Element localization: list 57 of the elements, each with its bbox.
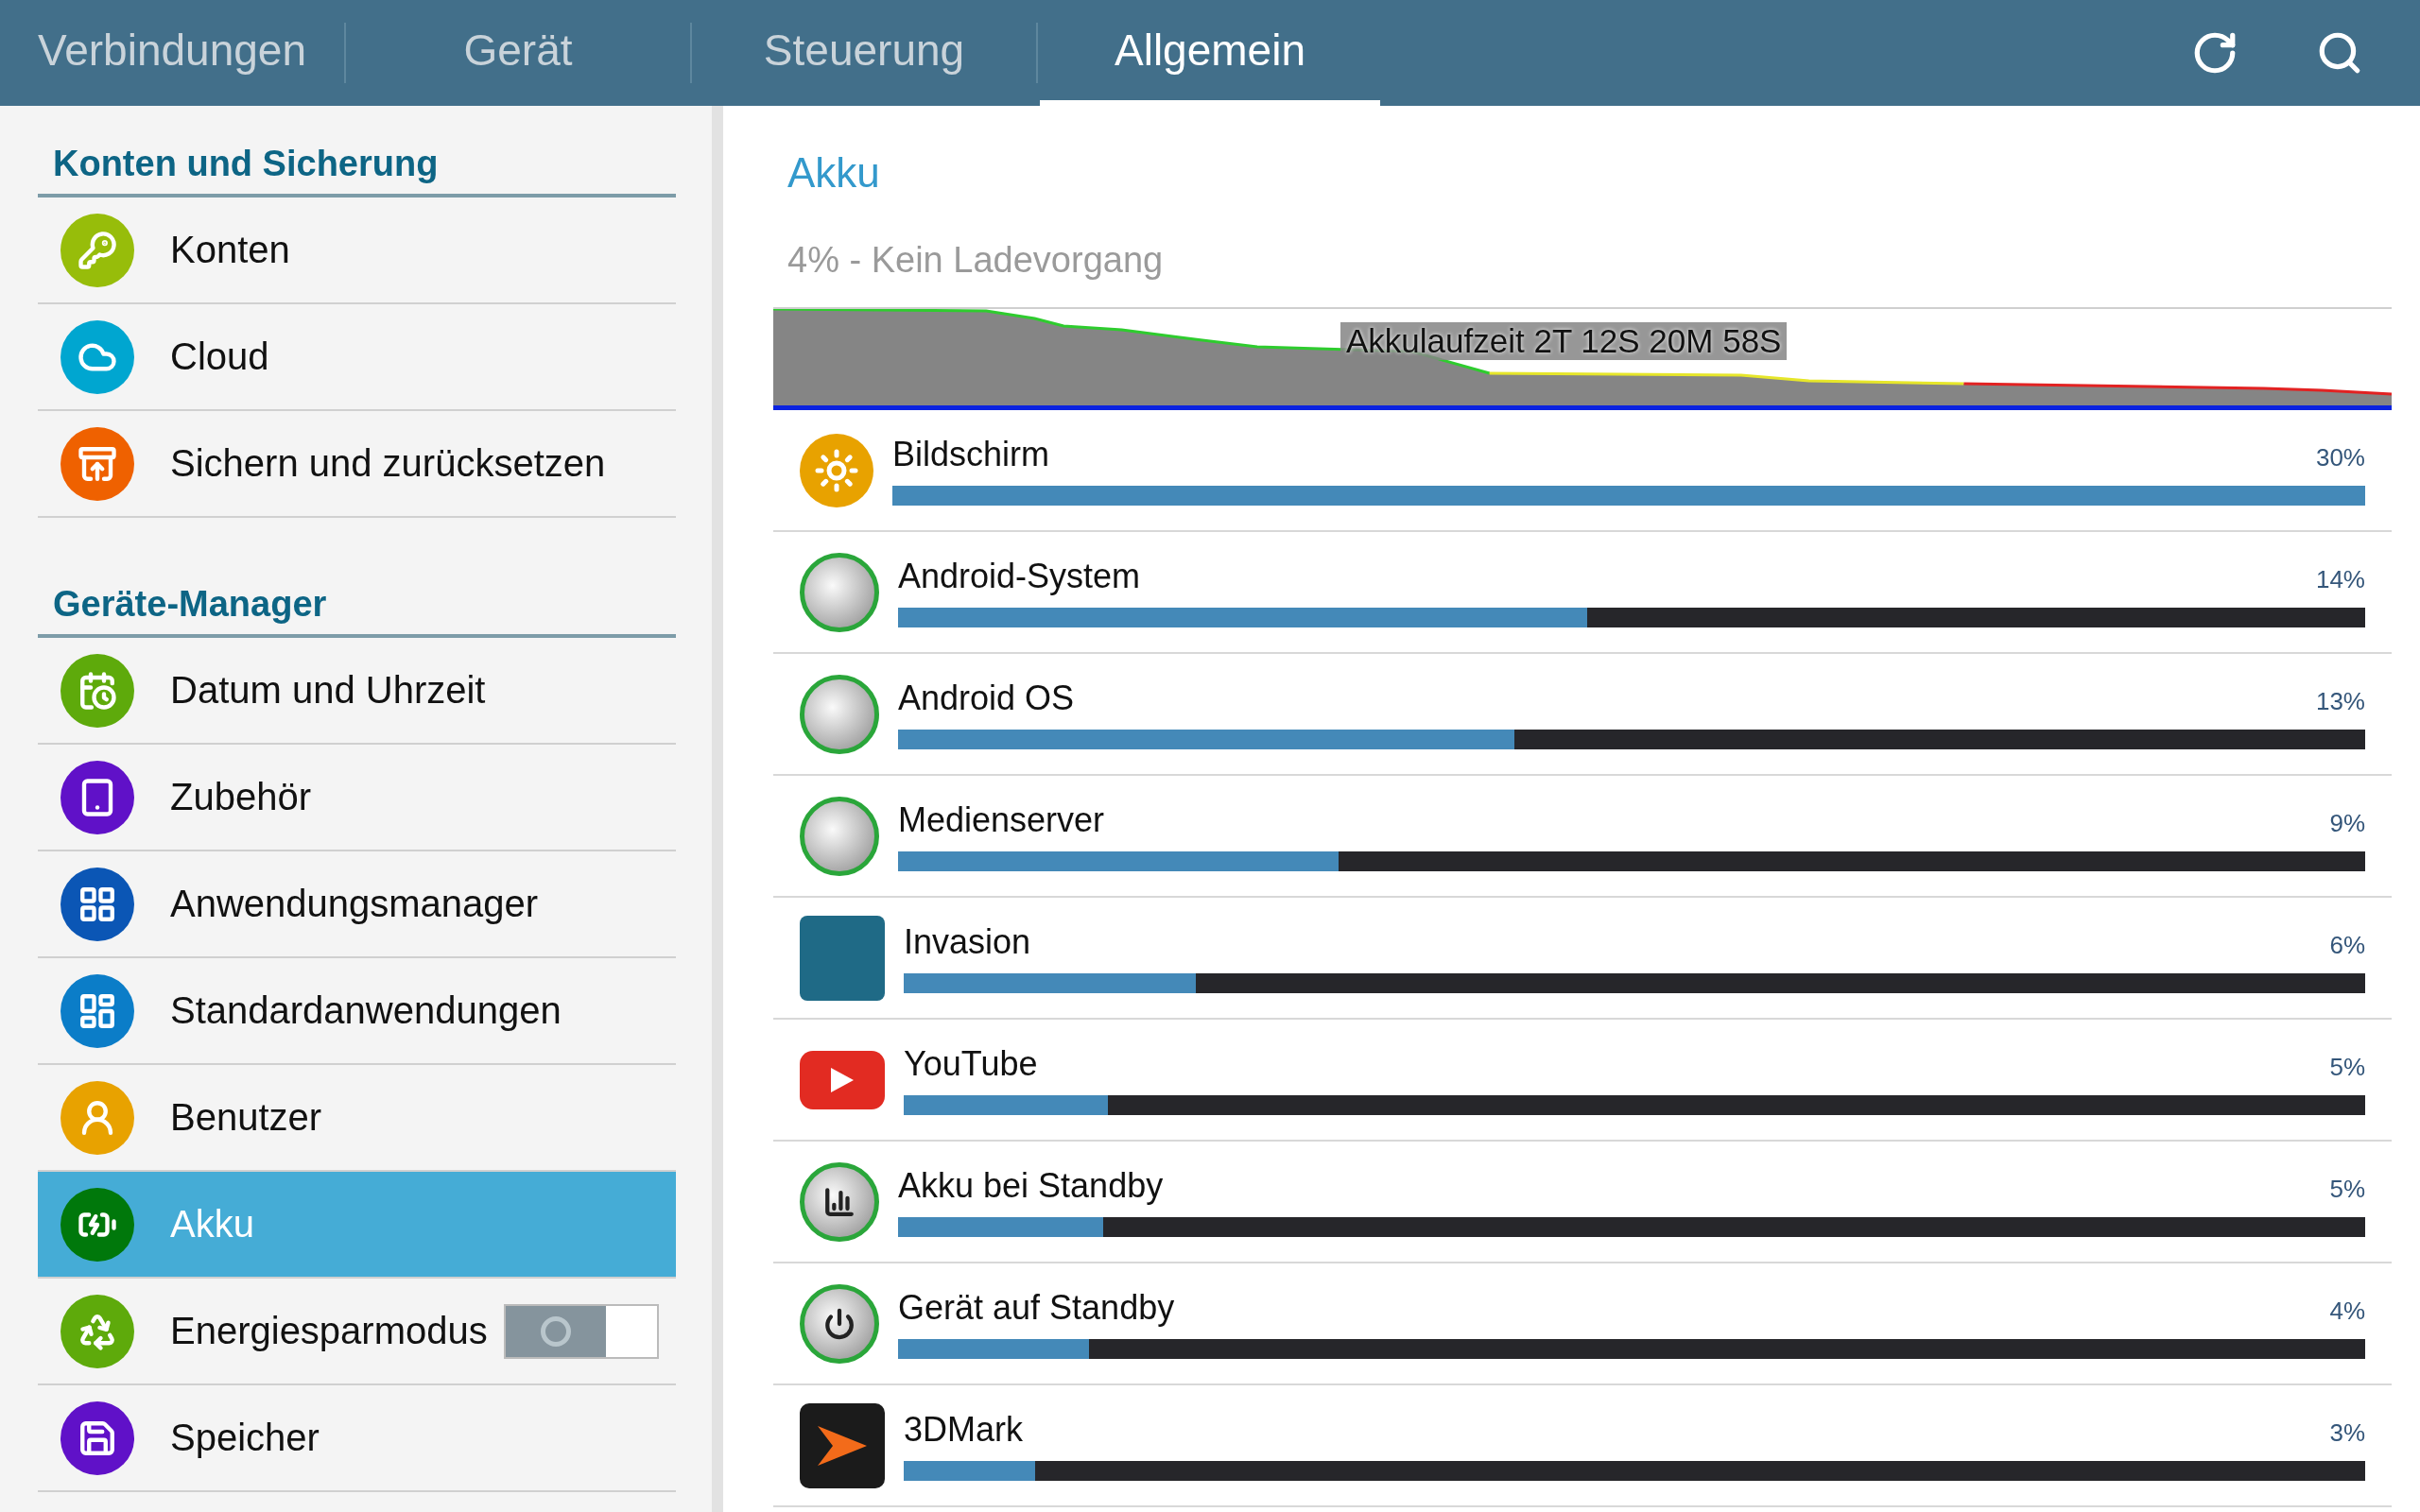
sidebar-item[interactable]: Cloud [38,304,676,411]
app-usage-row[interactable]: Bildschirm 30% [773,410,2392,532]
app-name: Android OS [898,679,1075,718]
usage-percent: 5% [2329,1175,2365,1204]
app-name: Invasion [904,922,1031,962]
sidebar-item[interactable]: Anwendungsmanager [38,851,676,958]
item-label: Akku [170,1203,255,1246]
usage-percent: 3% [2329,1418,2365,1448]
item-label: Konten [170,229,291,271]
item-label: Zubehör [170,776,312,818]
app-usage-row[interactable]: Gerät auf Standby 4% [773,1263,2392,1385]
sidebar-item[interactable]: Konten [38,198,676,304]
section-title: Geräte-Manager [38,584,676,638]
app-usage-row[interactable]: Android OS 13% [773,654,2392,776]
app-usage-row[interactable]: Medienserver 9% [773,776,2392,898]
item-label: Speicher [170,1417,320,1459]
item-label: Anwendungsmanager [170,883,540,925]
sidebar-item[interactable]: Sichern und zurücksetzen [38,411,676,518]
app-name: Bildschirm [892,435,1050,474]
section-title: Konten und Sicherung [38,144,676,198]
sidebar-item[interactable]: Standardanwendungen [38,958,676,1065]
item-label: Standardanwendungen [170,989,562,1032]
item-label: Datum und Uhrzeit [170,669,487,712]
usage-percent: 13% [2315,687,2365,716]
app-usage-row[interactable]: Invasion 6% [773,898,2392,1020]
tab[interactable]: Verbindungen [2,0,342,106]
usage-percent: 6% [2329,931,2365,960]
sidebar-item[interactable]: Zubehör [38,745,676,851]
app-name: YouTube [904,1044,1038,1084]
tab[interactable]: Steuerung [694,0,1034,106]
item-label: Cloud [170,335,270,378]
app-name: Gerät auf Standby [898,1288,1175,1328]
usage-percent: 30% [2315,443,2365,472]
sidebar-item[interactable]: Datum und Uhrzeit [38,638,676,745]
usage-percent: 14% [2315,565,2365,594]
battery-status: 4% - Kein Ladevorgang [773,197,2392,309]
app-name: Medienserver [898,800,1105,840]
item-label: Energiesparmodus [170,1310,489,1352]
item-label: Sichern und zurücksetzen [170,442,607,485]
app-name: Akku bei Standby [898,1166,1164,1206]
app-usage-row[interactable]: YouTube 5% [773,1020,2392,1142]
app-name: Android-System [898,557,1141,596]
usage-percent: 5% [2329,1053,2365,1082]
app-usage-row[interactable]: Android-System 14% [773,532,2392,654]
app-usage-row[interactable]: Akku bei Standby 5% [773,1142,2392,1263]
tab[interactable]: Gerät [348,0,688,106]
usage-percent: 4% [2329,1297,2365,1326]
app-name: 3DMark [904,1410,1024,1450]
battery-runtime: Akkulaufzeit 2T 12S 20M 58S [1340,322,1788,360]
app-usage-row[interactable]: 3DMark 3% [773,1385,2392,1507]
play-icon [800,1050,885,1109]
page-title: Akku [786,149,881,197]
item-label: Benutzer [170,1096,323,1139]
sidebar-item[interactable]: Energiesparmodus [38,1279,676,1385]
toggle-switch[interactable] [504,1303,659,1359]
usage-percent: 9% [2329,809,2365,838]
sidebar-item[interactable]: Speicher [38,1385,676,1492]
